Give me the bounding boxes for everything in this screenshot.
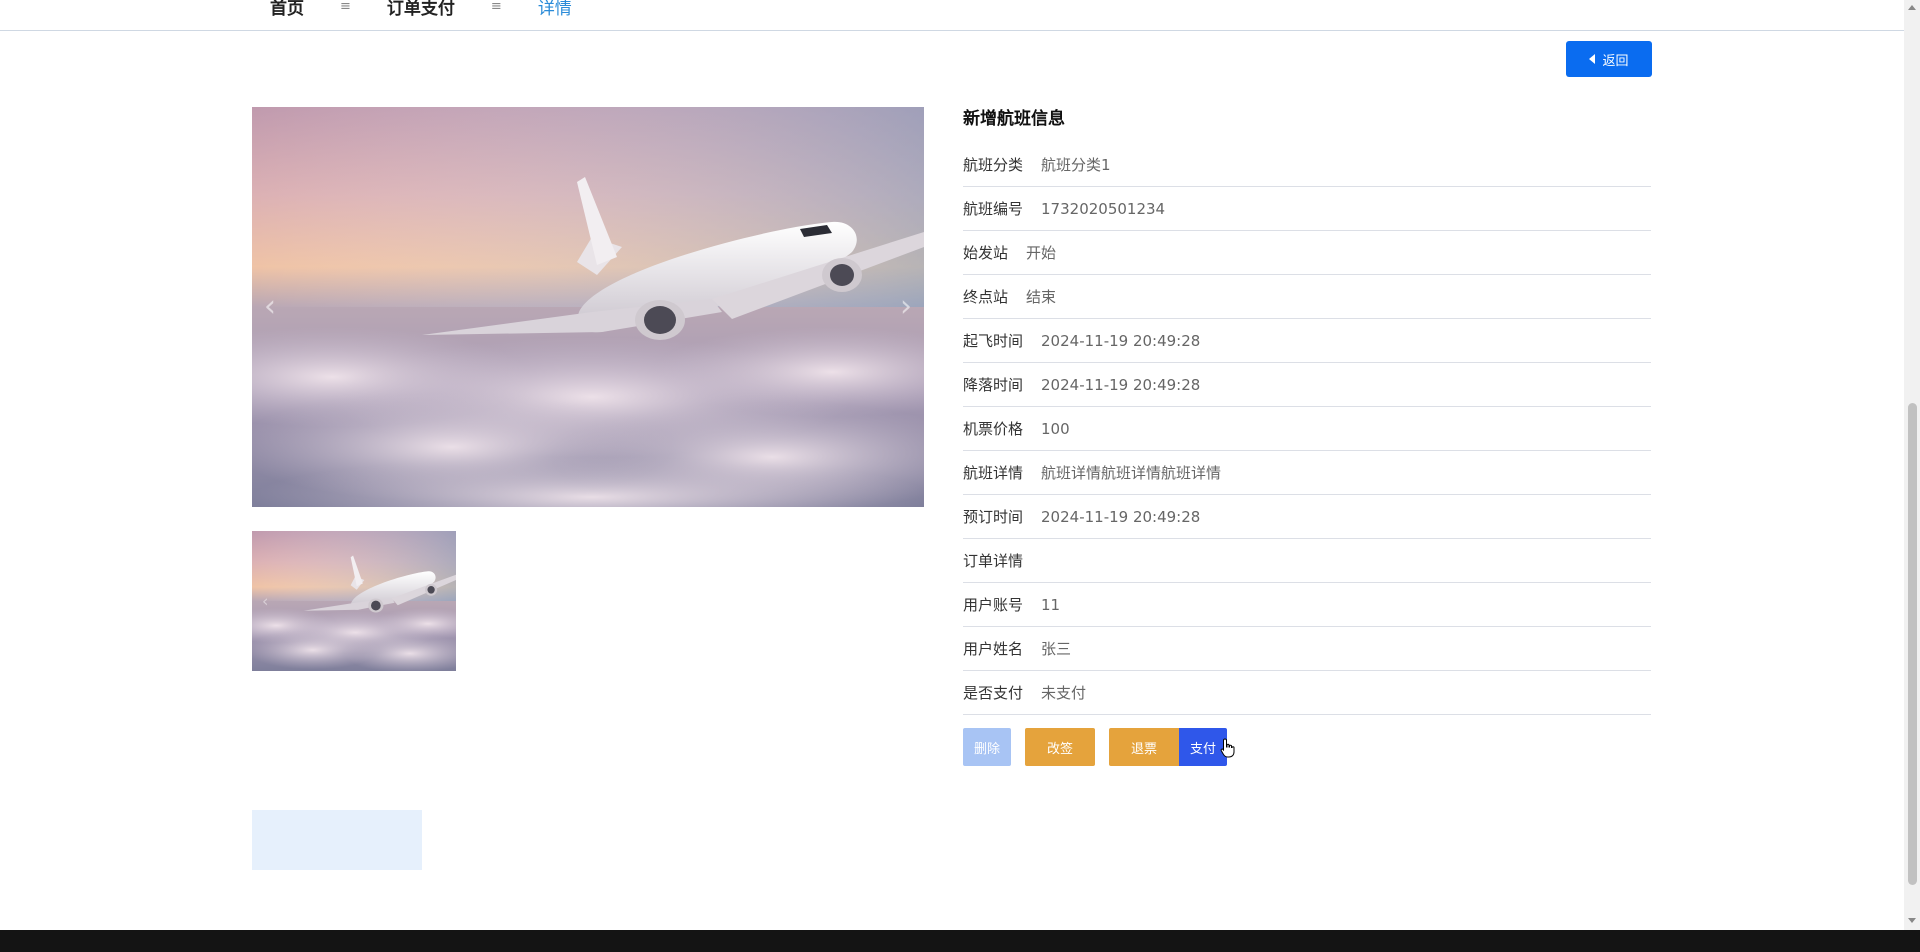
detail-row-order-info: 订单详情 <box>963 539 1651 583</box>
detail-row-user-account: 用户账号 11 <box>963 583 1651 627</box>
detail-label: 航班编号 <box>963 200 1024 218</box>
action-buttons: 删除 改签 退票 支付 <box>963 728 1651 766</box>
detail-label: 降落时间 <box>963 376 1024 394</box>
detail-label: 终点站 <box>963 288 1009 306</box>
details-title: 新增航班信息 <box>963 109 1065 129</box>
detail-label: 航班详情 <box>963 464 1024 482</box>
breadcrumb-home[interactable]: 首页 <box>270 0 304 19</box>
details-list: 航班分类 航班分类1 航班编号 1732020501234 始发站 开始 终点站… <box>963 143 1651 715</box>
image-carousel[interactable]: ‹ › <box>252 107 924 507</box>
caret-left-icon <box>1589 54 1596 64</box>
detail-value: 2024-11-19 20:49:28 <box>1041 331 1201 350</box>
detail-label: 机票价格 <box>963 420 1024 438</box>
detail-value: 2024-11-19 20:49:28 <box>1041 507 1201 526</box>
detail-row-destination: 终点站 结束 <box>963 275 1651 319</box>
detail-label: 起飞时间 <box>963 332 1024 350</box>
carousel-prev-icon[interactable]: ‹ <box>264 292 276 322</box>
thumbnail-prev-icon[interactable]: ‹ <box>262 592 268 611</box>
detail-row-category: 航班分类 航班分类1 <box>963 143 1651 187</box>
breadcrumb-separator-icon: ≡ <box>490 0 502 14</box>
change-ticket-button[interactable]: 改签 <box>1025 728 1095 766</box>
scrollbar-thumb[interactable] <box>1908 403 1917 885</box>
vertical-scrollbar[interactable] <box>1904 0 1920 930</box>
detail-value: 1732020501234 <box>1041 199 1166 218</box>
breadcrumb-separator-icon: ≡ <box>340 0 351 14</box>
detail-row-user-name: 用户姓名 张三 <box>963 627 1651 671</box>
detail-label: 航班分类 <box>963 156 1024 174</box>
detail-row-payment-status: 是否支付 未支付 <box>963 671 1651 715</box>
detail-label: 预订时间 <box>963 508 1024 526</box>
back-button[interactable]: 返回 <box>1566 41 1652 77</box>
detail-label: 用户姓名 <box>963 640 1024 658</box>
detail-row-origin: 始发站 开始 <box>963 231 1651 275</box>
detail-label: 用户账号 <box>963 596 1024 614</box>
airplane-image <box>252 107 924 507</box>
breadcrumb-order-payment[interactable]: 订单支付 <box>387 0 455 19</box>
detail-value: 结束 <box>1026 288 1057 306</box>
breadcrumb-bar: 首页 ≡ 订单支付 ≡ 详情 <box>0 0 1904 31</box>
detail-value: 11 <box>1041 595 1061 614</box>
refund-button[interactable]: 退票 <box>1109 728 1179 766</box>
detail-label: 始发站 <box>963 244 1009 262</box>
footer-bar <box>0 930 1920 952</box>
page: 首页 ≡ 订单支付 ≡ 详情 返回 ‹ › ‹ 新增航班信息 航班分类 航班分类… <box>0 0 1920 952</box>
detail-value: 2024-11-19 20:49:28 <box>1041 375 1201 394</box>
detail-value: 航班详情航班详情航班详情 <box>1041 464 1222 482</box>
detail-row-departure-time: 起飞时间 2024-11-19 20:49:28 <box>963 319 1651 363</box>
flight-details: 新增航班信息 航班分类 航班分类1 航班编号 1732020501234 始发站… <box>963 107 1651 766</box>
placeholder-block <box>252 810 422 870</box>
detail-label: 是否支付 <box>963 684 1024 702</box>
detail-value: 未支付 <box>1041 684 1087 702</box>
detail-value: 开始 <box>1026 244 1057 262</box>
carousel-next-icon[interactable]: › <box>900 292 912 322</box>
detail-value: 100 <box>1041 419 1070 438</box>
detail-row-booking-time: 预订时间 2024-11-19 20:49:28 <box>963 495 1651 539</box>
detail-row-flight-number: 航班编号 1732020501234 <box>963 187 1651 231</box>
detail-row-price: 机票价格 100 <box>963 407 1651 451</box>
delete-button[interactable]: 删除 <box>963 728 1011 766</box>
airplane-thumbnail-image <box>252 531 456 671</box>
detail-row-flight-info: 航班详情 航班详情航班详情航班详情 <box>963 451 1651 495</box>
scroll-up-icon[interactable] <box>1908 5 1916 10</box>
scroll-down-icon[interactable] <box>1908 918 1916 923</box>
detail-label: 订单详情 <box>963 552 1024 570</box>
breadcrumb: 首页 ≡ 订单支付 ≡ 详情 <box>270 0 572 19</box>
detail-value: 航班分类1 <box>1041 156 1111 174</box>
detail-row-arrival-time: 降落时间 2024-11-19 20:49:28 <box>963 363 1651 407</box>
carousel-thumbnail[interactable]: ‹ <box>252 531 456 671</box>
hand-cursor-icon <box>1220 738 1235 758</box>
back-button-label: 返回 <box>1602 52 1629 68</box>
breadcrumb-detail: 详情 <box>537 0 572 19</box>
detail-value: 张三 <box>1041 640 1072 658</box>
